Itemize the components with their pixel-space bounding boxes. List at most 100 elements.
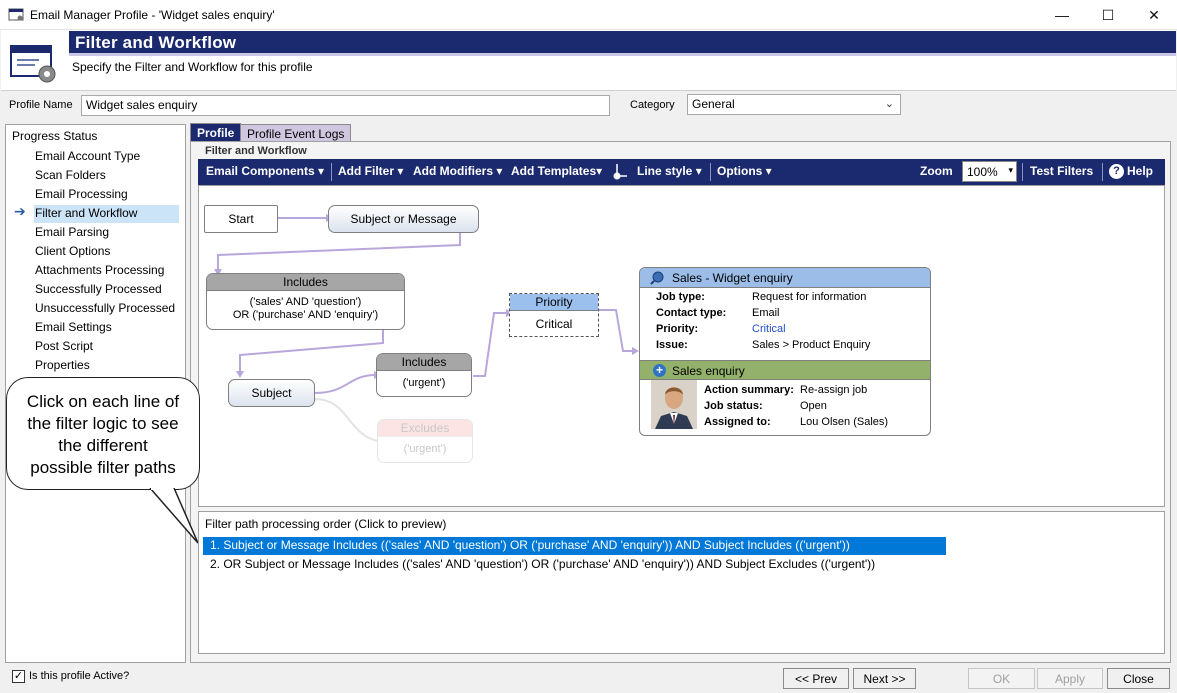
priority-value: Critical — [535, 317, 573, 331]
action-field-label: Job status: — [704, 400, 763, 412]
filter-path-panel — [198, 511, 1165, 654]
toolbar-separator — [710, 163, 711, 181]
progress-step-properties[interactable]: Properties — [34, 357, 184, 375]
workflow-toolbar: Email Components ▾ Add Filter ▾ Add Modi… — [198, 159, 1165, 185]
category-value: General — [692, 97, 735, 111]
progress-step-email-account-type[interactable]: Email Account Type — [34, 148, 184, 166]
category-select[interactable]: General ⌄ — [687, 94, 901, 115]
callout-text-line: Click on each line of — [26, 392, 180, 411]
subject-or-message-node[interactable]: Subject or Message — [328, 205, 479, 233]
next-button[interactable]: Next >> — [853, 668, 916, 689]
active-checkbox[interactable]: ✓ — [12, 670, 25, 683]
job-template-title: Sales - Widget enquiry — [672, 271, 793, 285]
filter-path-item[interactable]: 1. Subject or Message Includes (('sales'… — [203, 537, 946, 555]
close-window-button[interactable]: ✕ — [1131, 0, 1177, 30]
line-style-menu[interactable]: Line style ▾ — [637, 164, 702, 178]
tab-profile[interactable]: Profile — [190, 123, 242, 142]
includes-urgent-box[interactable]: Includes ('urgent') — [376, 353, 472, 397]
excludes-urgent-condition: ('urgent') — [403, 443, 447, 455]
email-components-menu[interactable]: Email Components ▾ — [206, 164, 324, 178]
progress-step-email-settings[interactable]: Email Settings — [34, 319, 184, 337]
test-filters-button[interactable]: Test Filters — [1030, 164, 1093, 178]
section-title: Filter and Workflow — [205, 145, 307, 157]
current-step-arrow-icon: ➔ — [14, 203, 26, 219]
minimize-button[interactable]: — — [1039, 0, 1085, 30]
job-field-value[interactable]: Critical — [752, 323, 786, 335]
excludes-urgent-box[interactable]: Excludes ('urgent') — [377, 419, 473, 463]
line-style-icon — [613, 164, 627, 180]
active-checkbox-label: Is this profile Active? — [29, 670, 130, 682]
chevron-down-icon: ⌄ — [884, 98, 894, 110]
includes-filter-box[interactable]: Includes ('sales' AND 'question') OR ('p… — [206, 273, 405, 330]
profile-name-label: Profile Name — [9, 99, 73, 111]
priority-header: Priority — [510, 294, 598, 311]
add-templates-menu[interactable]: Add Templates▾ — [511, 164, 602, 178]
maximize-button[interactable]: ☐ — [1085, 0, 1131, 30]
page-subtitle: Specify the Filter and Workflow for this… — [72, 60, 313, 74]
toolbar-separator — [1022, 163, 1023, 181]
progress-step-email-parsing[interactable]: Email Parsing — [34, 224, 184, 242]
progress-step-post-script[interactable]: Post Script — [34, 338, 184, 356]
job-field-value: Request for information — [752, 291, 867, 303]
job-template-box[interactable]: Sales - Widget enquiry Job type: Request … — [639, 267, 931, 436]
action-field-value: Re-assign job — [800, 384, 868, 396]
progress-step-filter-and-workflow[interactable]: Filter and Workflow — [34, 205, 179, 223]
includes-header: Includes — [377, 354, 471, 371]
job-template-header: Sales - Widget enquiry — [640, 268, 930, 288]
action-field-label: Assigned to: — [704, 416, 771, 428]
email-settings-icon — [10, 45, 56, 83]
subject-node[interactable]: Subject — [228, 379, 315, 407]
filter-path-title: Filter path processing order (Click to p… — [205, 517, 447, 531]
job-field-label: Job type: — [656, 291, 705, 303]
add-modifiers-menu[interactable]: Add Modifiers ▾ — [413, 164, 502, 178]
dropdown-arrow-icon: ▾ — [1008, 165, 1013, 175]
category-label: Category — [630, 99, 675, 111]
dropdown-arrow-icon: ▾ — [318, 164, 325, 178]
toolbar-separator — [1102, 163, 1103, 181]
help-button[interactable]: Help — [1127, 164, 1153, 178]
progress-title: Progress Status — [12, 129, 98, 143]
includes-condition-2: OR ('purchase' AND 'enquiry') — [232, 309, 379, 321]
prev-button[interactable]: << Prev — [783, 668, 849, 689]
progress-step-email-processing[interactable]: Email Processing — [34, 186, 184, 204]
dropdown-arrow-icon: ▾ — [765, 164, 772, 178]
page-title: Filter and Workflow — [75, 33, 237, 52]
callout-pointer — [149, 488, 199, 544]
progress-step-attachments-processing[interactable]: Attachments Processing — [34, 262, 184, 280]
callout-text-line: possible filter paths — [30, 458, 176, 477]
help-callout: Click on each line of the filter logic t… — [6, 377, 200, 490]
includes-header: Includes — [207, 274, 404, 291]
zoom-select[interactable]: 100% ▾ — [962, 161, 1017, 182]
callout-text-line: the filter logic to see — [27, 414, 179, 433]
add-icon: + — [653, 364, 666, 377]
app-icon — [8, 8, 24, 21]
progress-step-successfully-processed[interactable]: Successfully Processed — [34, 281, 184, 299]
dropdown-arrow-icon: ▾ — [496, 164, 503, 178]
includes-condition-1: ('sales' AND 'question') — [249, 296, 362, 308]
progress-step-unsuccessfully-processed[interactable]: Unsuccessfully Processed — [34, 300, 184, 318]
options-menu[interactable]: Options ▾ — [717, 164, 772, 178]
apply-button[interactable]: Apply — [1037, 668, 1103, 689]
action-template-title: Sales enquiry — [672, 364, 745, 378]
progress-step-client-options[interactable]: Client Options — [34, 243, 184, 261]
title-bar: Email Manager Profile - 'Widget sales en… — [0, 0, 1177, 30]
action-template-header: + Sales enquiry — [640, 360, 930, 380]
close-button[interactable]: Close — [1107, 668, 1170, 689]
profile-name-input[interactable]: Widget sales enquiry — [81, 95, 610, 116]
action-field-value: Lou Olsen (Sales) — [800, 416, 889, 428]
toolbar-separator — [331, 163, 332, 181]
ok-button[interactable]: OK — [968, 668, 1035, 689]
progress-step-scan-folders[interactable]: Scan Folders — [34, 167, 184, 185]
start-node[interactable]: Start — [204, 205, 278, 233]
help-icon: ? — [1109, 164, 1124, 179]
job-field-label: Contact type: — [656, 307, 727, 319]
zoom-label: Zoom — [920, 164, 953, 178]
callout-text-line: the different — [58, 436, 148, 455]
add-filter-menu[interactable]: Add Filter ▾ — [338, 164, 403, 178]
priority-modifier-box[interactable]: Priority Critical — [509, 293, 599, 337]
excludes-header: Excludes — [378, 420, 472, 437]
job-field-label: Issue: — [656, 339, 688, 351]
zoom-value: 100% — [967, 165, 998, 179]
filter-path-item[interactable]: 2. OR Subject or Message Includes (('sal… — [203, 556, 946, 574]
dropdown-arrow-icon: ▾ — [397, 164, 404, 178]
